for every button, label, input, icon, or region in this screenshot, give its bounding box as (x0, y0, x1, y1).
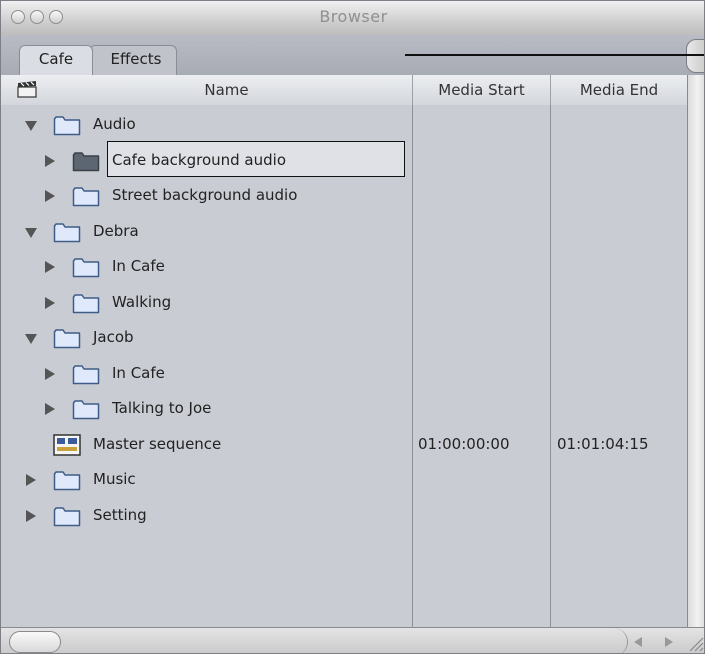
column-header-name[interactable]: Name (41, 75, 412, 105)
sequence-icon (53, 433, 81, 456)
list-item[interactable]: Street background audio (1, 178, 687, 214)
folder-icon (53, 329, 81, 349)
toolbar-toggle-button[interactable] (686, 39, 704, 73)
item-name: Setting (93, 505, 147, 524)
disclosure-expanded-icon[interactable] (25, 334, 37, 344)
browser-list: Audio Cafe background audio Street backgro… (1, 105, 687, 627)
list-item[interactable]: Talking to Joe (1, 391, 687, 427)
folder-icon (53, 116, 81, 136)
folder-icon (53, 222, 81, 242)
callout-line (405, 54, 704, 56)
item-name: Debra (93, 221, 139, 240)
scroll-thumb[interactable] (9, 631, 61, 653)
disclosure-expanded-icon[interactable] (25, 227, 37, 238)
item-name: Master sequence (93, 434, 222, 453)
list-item[interactable]: Music (1, 462, 687, 498)
horizontal-scrollbar[interactable] (1, 627, 704, 653)
item-name: Walking (112, 292, 172, 311)
list-item[interactable]: In Cafe (1, 356, 687, 392)
scroll-right-arrow-icon[interactable] (665, 637, 673, 647)
list-item[interactable]: Setting (1, 498, 687, 534)
resize-grip-icon[interactable] (684, 632, 704, 652)
list-item[interactable]: Debra (1, 214, 687, 250)
item-name: Music (93, 470, 136, 488)
item-name: Street background audio (112, 186, 298, 204)
item-name: Audio (93, 115, 136, 133)
disclosure-collapsed-icon[interactable] (26, 474, 36, 486)
list-item[interactable]: In Cafe (1, 249, 687, 285)
folder-icon-dark (72, 151, 100, 171)
list-item[interactable]: Walking (1, 285, 687, 321)
media-end-cell: 01:01:04:15 (557, 434, 649, 453)
tab-label: Cafe (38, 50, 74, 68)
list-item[interactable]: Cafe background audio (1, 143, 687, 179)
disclosure-collapsed-icon[interactable] (45, 261, 55, 273)
folder-icon (72, 187, 100, 207)
list-item[interactable]: Jacob (1, 320, 687, 356)
window-title: Browser (319, 7, 388, 26)
column-header-media-start[interactable]: Media Start (413, 75, 550, 105)
item-name: In Cafe (112, 363, 165, 382)
media-start-cell: 01:00:00:00 (418, 434, 510, 453)
column-header: Name Media Start Media End (1, 75, 687, 106)
tab-effects[interactable]: Effects (89, 45, 177, 75)
item-name: Jacob (93, 328, 134, 346)
tab-cafe[interactable]: Cafe (19, 45, 93, 75)
vertical-scrollbar[interactable] (687, 75, 704, 627)
disclosure-collapsed-icon[interactable] (45, 403, 55, 415)
item-name: Cafe background audio (112, 150, 286, 169)
tab-label: Effects (110, 50, 162, 68)
disclosure-collapsed-icon[interactable] (45, 296, 55, 309)
disclosure-collapsed-icon[interactable] (45, 154, 55, 167)
list-item[interactable]: Master sequence 01:00:00:00 01:01:04:15 (1, 427, 687, 463)
folder-icon (72, 364, 100, 384)
disclosure-collapsed-icon[interactable] (45, 367, 55, 380)
browser-window: Browser Cafe Effects Name Media Start Me… (0, 0, 705, 654)
item-name: In Cafe (112, 257, 165, 275)
folder-icon (53, 471, 81, 491)
disclosure-collapsed-icon[interactable] (45, 190, 55, 202)
folder-icon (72, 293, 100, 313)
scroll-left-arrow-icon[interactable] (634, 637, 642, 647)
title-bar[interactable]: Browser (1, 1, 704, 36)
folder-icon (72, 400, 100, 420)
clapper-icon (17, 81, 37, 98)
folder-icon (53, 506, 81, 526)
column-header-media-end[interactable]: Media End (551, 75, 687, 105)
item-name: Talking to Joe (112, 399, 212, 417)
disclosure-collapsed-icon[interactable] (26, 509, 36, 522)
disclosure-expanded-icon[interactable] (25, 121, 37, 131)
list-item[interactable]: Audio (1, 107, 687, 143)
folder-icon (72, 258, 100, 278)
scroll-track-end (613, 628, 628, 653)
